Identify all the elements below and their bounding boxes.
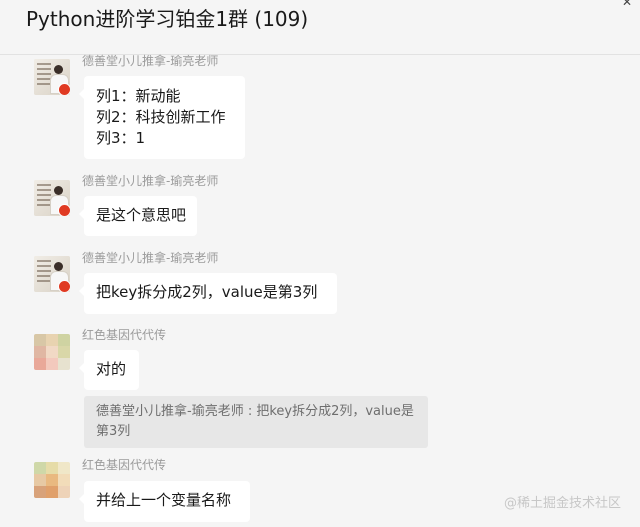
sender-name: 德善堂小儿推拿-瑜亮老师 — [82, 251, 219, 265]
message-bubble[interactable]: 列1：新动能 列2：科技创新工作 列3：1 — [79, 76, 245, 159]
message-line: 并给上一个变量名称 — [96, 491, 232, 509]
teacher-avatar[interactable] — [34, 180, 70, 216]
teacher-avatar[interactable] — [34, 59, 70, 95]
message-bubble[interactable]: 把key拆分成2列，value是第3列 — [79, 273, 337, 314]
pixelated-avatar[interactable] — [34, 462, 70, 498]
teacher-avatar[interactable] — [34, 256, 70, 292]
message-bubble[interactable]: 对的 — [79, 350, 139, 390]
message-line: 对的 — [96, 360, 127, 378]
watermark: @稀土掘金技术社区 — [504, 496, 622, 511]
chat-header: Python进阶学习铂金1群 (109) ✕ — [0, 0, 640, 55]
sender-name: 红色基因代代传 — [82, 458, 167, 472]
quoted-message[interactable]: 德善堂小儿推拿-瑜亮老师 : 把key拆分成2列，value是第3列 — [84, 396, 428, 448]
quote-text: 德善堂小儿推拿-瑜亮老师 : 把key拆分成2列，value是第3列 — [96, 404, 414, 439]
message-line: 列2：科技创新工作 — [96, 108, 226, 126]
chat-title[interactable]: Python进阶学习铂金1群 (109) — [26, 5, 308, 33]
message-line: 是这个意思吧 — [96, 206, 187, 224]
message-line: 列1：新动能 — [96, 87, 181, 105]
message-bubble[interactable]: 是这个意思吧 — [79, 196, 197, 236]
more-icon[interactable] — [552, 0, 578, 6]
close-icon[interactable]: ✕ — [622, 0, 632, 8]
pixelated-avatar[interactable] — [34, 334, 70, 370]
message-bubble[interactable]: 并给上一个变量名称 — [79, 481, 250, 522]
sender-name: 德善堂小儿推拿-瑜亮老师 — [82, 174, 219, 188]
message-line: 把key拆分成2列，value是第3列 — [96, 283, 318, 301]
sender-name: 红色基因代代传 — [82, 328, 167, 342]
sender-name: 德善堂小儿推拿-瑜亮老师 — [82, 54, 219, 68]
message-line: 列3：1 — [96, 129, 146, 147]
